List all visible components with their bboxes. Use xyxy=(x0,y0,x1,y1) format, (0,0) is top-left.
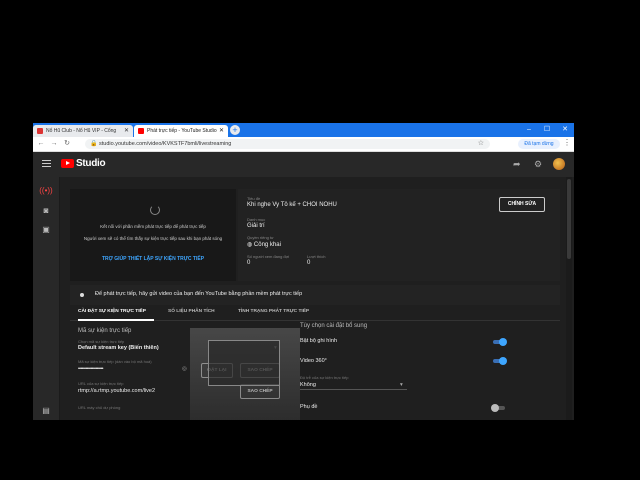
stream-key-select[interactable]: Default stream key (Biến thiên) xyxy=(78,345,159,351)
tab-title: Phát trực tiếp - YouTube Studio xyxy=(147,128,217,134)
tab-title: Nổ Hũ Club - Nổ Hũ VIP - Cổng xyxy=(46,128,117,134)
browser-menu-icon[interactable]: ⋮ xyxy=(563,138,571,147)
forward-icon[interactable]: → xyxy=(49,138,59,150)
viewers-label: Số người xem đang đợi xyxy=(247,254,290,259)
left-rail: ((•)) ◙ ▣ ▤ xyxy=(33,177,60,420)
address-bar: ← → ↻ 🔒 studio.youtube.com/video/KVKSTF7… xyxy=(33,137,574,152)
settings-gear-icon[interactable]: ⚙ xyxy=(534,159,542,170)
stream-key-select-label: Chọn mã sự kiện trực tiếp xyxy=(78,339,125,344)
feedback-icon[interactable]: ▤ xyxy=(39,405,53,417)
likes-label: Lượt thích xyxy=(307,254,326,259)
category-label: Danh mục xyxy=(247,217,266,222)
main-scrollbar[interactable] xyxy=(566,177,572,420)
account-button[interactable]: Đã tạm dừng xyxy=(518,139,560,149)
url-input[interactable]: 🔒 studio.youtube.com/video/KVKSTF7bmli/l… xyxy=(85,139,490,149)
visibility-off-icon[interactable]: ◎ xyxy=(182,366,187,372)
stream-key-label: Mã sự kiện trực tiếp (dán vào bộ mã hoá) xyxy=(78,359,152,364)
tab-stream-health[interactable]: TÌNH TRẠNG PHÁT TRỰC TIẾP xyxy=(238,309,309,314)
tab-nohu-club[interactable]: Nổ Hũ Club - Nổ Hũ VIP - Cổng ✕ xyxy=(33,125,133,137)
latency-select[interactable]: Không xyxy=(300,382,316,388)
screen-share-overlay xyxy=(190,328,300,420)
menu-icon[interactable] xyxy=(42,160,51,169)
privacy-label: Quyền riêng tư xyxy=(247,235,274,240)
live-stream-icon[interactable]: ((•)) xyxy=(39,185,53,197)
tab-youtube-studio[interactable]: Phát trực tiếp - YouTube Studio ✕ xyxy=(134,125,228,137)
lock-icon: 🔒 xyxy=(90,141,98,147)
tab-strip: Nổ Hũ Club - Nổ Hũ VIP - Cổng ✕ Phát trự… xyxy=(33,123,574,137)
backup-url-label: URL máy chủ dự phòng xyxy=(78,405,121,410)
latency-underline xyxy=(300,389,407,390)
preview-message-secondary: Người xem sẽ có thể tìm thấy sự kiện trự… xyxy=(83,236,223,241)
close-tab-icon[interactable]: ✕ xyxy=(124,125,129,137)
reload-icon[interactable]: ↻ xyxy=(62,138,72,150)
tab-stream-settings[interactable]: CÀI ĐẶT SỰ KIỆN TRỰC TIẾP xyxy=(78,309,146,314)
likes-value: 0 xyxy=(307,260,311,266)
subtitles-label: Phụ đề xyxy=(300,404,318,410)
share-icon[interactable]: ➦ xyxy=(513,159,521,170)
dvr-toggle[interactable] xyxy=(493,338,507,346)
stream-url-label: URL của sự kiện trực tiếp xyxy=(78,381,124,386)
camera-icon[interactable]: ◙ xyxy=(39,205,53,217)
studio-brand: Studio xyxy=(76,158,106,169)
stream-title: Khi nghe Vy Tô kế + CHOI NOHU xyxy=(247,202,337,208)
stream-preview: Kết nối với phần mềm phát trực tiếp để p… xyxy=(70,189,236,281)
category-value: Giải trí xyxy=(247,223,265,229)
chevron-down-icon[interactable]: ▾ xyxy=(400,382,403,388)
browser-window: Nổ Hũ Club - Nổ Hũ VIP - Cổng ✕ Phát trự… xyxy=(33,123,574,420)
notice-dot-icon xyxy=(80,293,84,297)
preview-message: Kết nối với phần mềm phát trực tiếp để p… xyxy=(100,224,206,229)
maximize-icon[interactable]: ☐ xyxy=(538,123,556,137)
notice-text: Để phát trực tiếp, hãy gửi video của bạn… xyxy=(95,291,303,297)
overlay-thumbnail xyxy=(208,340,280,386)
minimize-icon[interactable]: – xyxy=(520,123,538,137)
setup-help-link[interactable]: TRỢ GIÚP THIẾT LẬP SỰ KIỆN TRỰC TIẾP xyxy=(70,256,236,262)
additional-settings-heading: Tùy chọn cài đặt bổ sung xyxy=(300,323,368,329)
new-tab-button[interactable]: + xyxy=(230,125,240,135)
edit-button[interactable]: CHỈNH SỬA xyxy=(499,197,545,212)
title-label: Tiêu đề xyxy=(247,196,261,201)
stream-url-field[interactable]: rtmp://a.rtmp.youtube.com/live2 xyxy=(78,388,155,394)
loading-spinner-icon xyxy=(150,205,160,215)
privacy-text: Công khai xyxy=(253,242,281,248)
account-label: Đã tạm dừng xyxy=(524,141,554,147)
stream-notice: Để phát trực tiếp, hãy gửi video của bạn… xyxy=(70,285,560,305)
stream-key-heading: Mã sự kiện trực tiếp xyxy=(78,328,132,334)
url-text: studio.youtube.com/video/KVKSTF7bmli/liv… xyxy=(99,141,232,147)
active-tab-indicator xyxy=(78,319,154,321)
subtitles-toggle[interactable] xyxy=(491,404,505,412)
stream-info-panel: Tiêu đề Khi nghe Vy Tô kế + CHOI NOHU Da… xyxy=(238,189,560,281)
youtube-favicon-icon xyxy=(138,128,144,134)
privacy-value: ◍ Công khai xyxy=(247,241,281,248)
bookmark-star-icon[interactable]: ☆ xyxy=(478,139,484,149)
stream-tabs: CÀI ĐẶT SỰ KIỆN TRỰC TIẾP SỐ LIỆU PHÂN T… xyxy=(70,307,560,321)
youtube-logo-icon[interactable] xyxy=(61,159,74,168)
back-icon[interactable]: ← xyxy=(36,138,46,150)
studio-header: Studio ➦ ⚙ xyxy=(33,152,574,177)
livestream-main: Kết nối với phần mềm phát trực tiếp để p… xyxy=(60,177,574,420)
latency-label: Độ trễ của sự kiện trực tiếp xyxy=(300,375,349,380)
stream-settings: Mã sự kiện trực tiếp Chọn mã sự kiện trự… xyxy=(70,323,560,420)
avatar[interactable] xyxy=(553,158,565,170)
favicon-icon xyxy=(37,128,43,134)
viewers-value: 0 xyxy=(247,260,251,266)
tab-analytics[interactable]: SỐ LIỆU PHÂN TÍCH xyxy=(168,309,215,314)
calendar-icon[interactable]: ▣ xyxy=(39,224,53,236)
close-tab-icon[interactable]: ✕ xyxy=(219,125,224,137)
video360-label: Video 360° xyxy=(300,358,327,364)
public-globe-icon: ◍ xyxy=(247,242,253,248)
stream-key-field[interactable]: •••••••••••••••••••• xyxy=(78,366,104,372)
dvr-label: Bật bộ ghi hình xyxy=(300,338,338,344)
video360-toggle[interactable] xyxy=(493,357,507,365)
close-window-icon[interactable]: ✕ xyxy=(556,123,574,137)
